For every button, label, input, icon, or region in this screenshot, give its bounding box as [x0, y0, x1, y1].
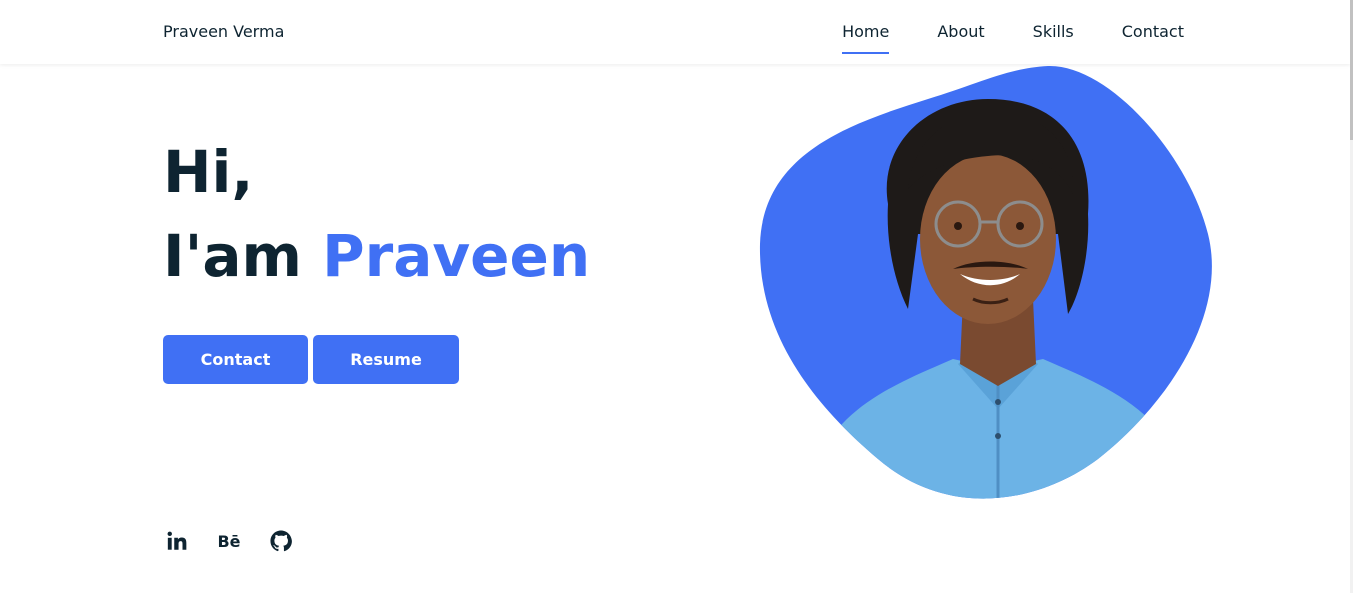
- nav-home[interactable]: Home: [842, 22, 890, 54]
- site-logo[interactable]: Praveen Verma: [163, 22, 284, 41]
- nav-contact[interactable]: Contact: [1122, 22, 1184, 41]
- social-links: Bē: [163, 528, 295, 554]
- contact-button[interactable]: Contact: [163, 335, 308, 384]
- behance-icon[interactable]: Bē: [215, 528, 243, 554]
- hero-greeting: Hi,: [163, 138, 254, 206]
- hero-intro: I'am: [163, 222, 302, 290]
- linkedin-icon[interactable]: [163, 528, 191, 554]
- github-icon[interactable]: [267, 528, 295, 554]
- site-header: Praveen Verma Home About Skills Contact: [0, 0, 1350, 64]
- hero-name: Praveen: [322, 222, 591, 290]
- hero-title: Hi, I'am Praveen: [163, 130, 590, 298]
- nav-skills[interactable]: Skills: [1033, 22, 1074, 41]
- nav-about[interactable]: About: [937, 22, 984, 41]
- profile-portrait: [758, 64, 1214, 510]
- main-nav: Home About Skills Contact: [842, 22, 1184, 54]
- resume-button[interactable]: Resume: [313, 335, 459, 384]
